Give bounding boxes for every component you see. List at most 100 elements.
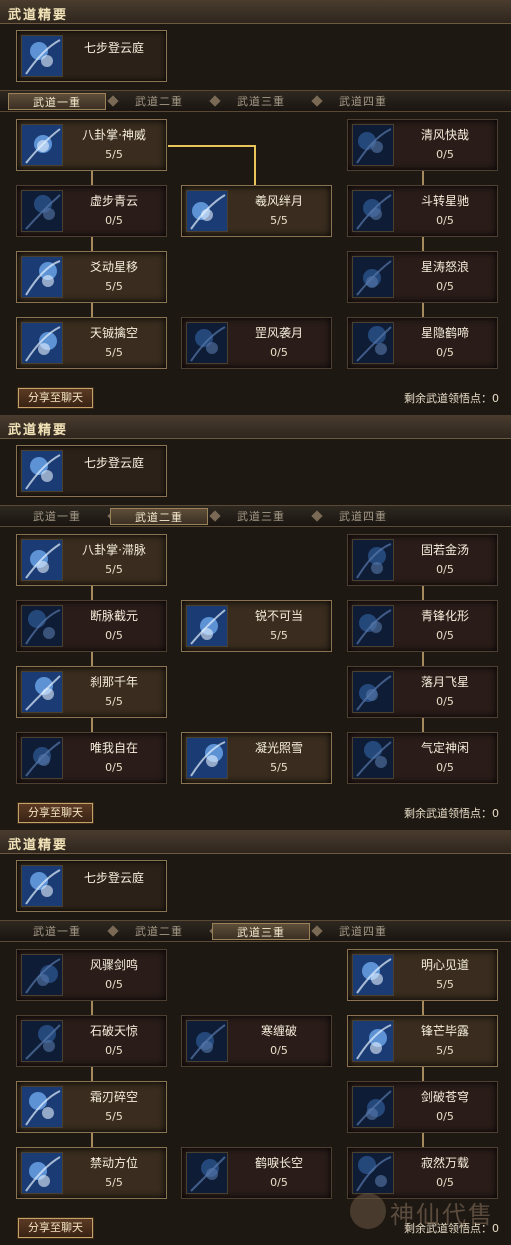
skill-node[interactable]: 锐不可当 5/5 (181, 600, 332, 652)
tab-2[interactable]: 武道二重 (110, 923, 208, 940)
section-title: 武道精要 (8, 423, 69, 438)
tab-4[interactable]: 武道四重 (314, 923, 412, 940)
skill-name: 禁动方位 (89, 1156, 138, 1170)
sword-wind-icon (21, 954, 63, 996)
tree-connector (422, 1001, 424, 1015)
skill-level: 5/5 (105, 280, 123, 293)
skill-node[interactable]: 禁动方位 5/5 (16, 1147, 167, 1199)
section-header: 武道精要 (0, 0, 511, 24)
frost-blade-icon (21, 1086, 63, 1128)
skill-node[interactable]: 斗转星驰 0/5 (347, 185, 498, 237)
watermark-text: 神仙代售 (390, 1201, 494, 1229)
skill-node[interactable]: 寒缠破 0/5 (181, 1015, 332, 1067)
skill-name: 鹤唳长空 (254, 1156, 303, 1170)
tab-2[interactable]: 武道二重 (110, 508, 208, 525)
remaining-points: 剩余武道领悟点：0 (404, 805, 499, 821)
skill-node[interactable]: 唯我自在 0/5 (16, 732, 167, 784)
tab-label: 武道三重 (237, 926, 285, 939)
tree-connector (91, 1001, 93, 1015)
skill-node[interactable]: 清风快哉 0/5 (347, 119, 498, 171)
skill-level: 5/5 (105, 1176, 123, 1189)
tab-4[interactable]: 武道四重 (314, 93, 412, 110)
skill-node[interactable]: 天铖擒空 5/5 (16, 317, 167, 369)
skill-node[interactable]: 凝光照雪 5/5 (181, 732, 332, 784)
skill-node[interactable]: 风骤剑鸣 0/5 (16, 949, 167, 1001)
skill-node[interactable]: 青锋化形 0/5 (347, 600, 498, 652)
skill-level: 0/5 (270, 346, 288, 359)
skill-node[interactable]: 断脉截元 0/5 (16, 600, 167, 652)
calm-mind-icon (352, 737, 394, 779)
crane-call-icon (352, 322, 394, 364)
gale-moon-icon (186, 322, 228, 364)
essence-slot[interactable]: 七步登云庭 (16, 30, 167, 82)
skill-name: 落月飞星 (420, 675, 469, 689)
skill-node[interactable]: 八卦掌·滞脉 5/5 (16, 534, 167, 586)
tab-4[interactable]: 武道四重 (314, 508, 412, 525)
tab-1[interactable]: 武道一重 (8, 508, 106, 525)
skill-name: 明心见道 (420, 958, 469, 972)
sky-pierce-icon (352, 1086, 394, 1128)
skill-node[interactable]: 石破天惊 0/5 (16, 1015, 167, 1067)
section-title: 武道精要 (8, 838, 69, 853)
skill-node[interactable]: 气定神闲 0/5 (347, 732, 498, 784)
skill-node[interactable]: 锋芒毕露 5/5 (347, 1015, 498, 1067)
remaining-label: 剩余武道领悟点： (404, 807, 492, 820)
skill-level: 5/5 (105, 148, 123, 161)
skill-panel: 武道精要 七步登云庭 武道一重 武道二重 武道三重 武道四重 风骤剑鸣 0/5 明心见道 5/5 石… (0, 830, 511, 1245)
essence-slot[interactable]: 七步登云庭 (16, 860, 167, 912)
essence-figure-icon (21, 450, 63, 492)
skill-panel: 武道精要七步登云庭武道一重 武道二重 武道三重 武道四重八卦掌·神威 5/5 清风快哉 0/… (0, 0, 511, 415)
tree-connector-active (254, 145, 256, 185)
palm-strike-icon (21, 539, 63, 581)
skill-level: 0/5 (436, 148, 454, 161)
share-to-chat-button[interactable]: 分享至聊天 (17, 1217, 94, 1239)
skill-node[interactable]: 固若金汤 0/5 (347, 534, 498, 586)
skill-name: 锐不可当 (254, 609, 303, 623)
skill-name: 虚步青云 (89, 194, 138, 208)
skill-node[interactable]: 罡风袭月 0/5 (181, 317, 332, 369)
tree-connector (91, 718, 93, 732)
skill-name: 八卦掌·滞脉 (82, 543, 146, 557)
skill-name: 罡风袭月 (254, 326, 303, 340)
skill-node[interactable]: 鹤唳长空 0/5 (181, 1147, 332, 1199)
skill-node[interactable]: 星隐鹤啼 0/5 (347, 317, 498, 369)
bind-position-icon (21, 1152, 63, 1194)
skill-level: 5/5 (270, 629, 288, 642)
skill-node[interactable]: 霜刃碎空 5/5 (16, 1081, 167, 1133)
essence-name: 七步登云庭 (83, 456, 144, 470)
skill-level: 0/5 (105, 214, 123, 227)
tree-connector (422, 1133, 424, 1147)
skill-name: 青锋化形 (420, 609, 469, 623)
skill-node[interactable]: 羲风绊月 5/5 (181, 185, 332, 237)
share-to-chat-button[interactable]: 分享至聊天 (17, 387, 94, 409)
skill-node[interactable]: 刹那千年 5/5 (16, 666, 167, 718)
skill-node[interactable]: 明心见道 5/5 (347, 949, 498, 1001)
share-to-chat-button[interactable]: 分享至聊天 (17, 802, 94, 824)
tab-1[interactable]: 武道一重 (8, 923, 106, 940)
tab-label: 武道三重 (237, 95, 285, 108)
tab-2[interactable]: 武道二重 (110, 93, 208, 110)
tab-1[interactable]: 武道一重 (8, 93, 106, 110)
tab-3[interactable]: 武道三重 (212, 508, 310, 525)
tab-3[interactable]: 武道三重 (212, 923, 310, 940)
iron-guard-icon (352, 539, 394, 581)
skill-level: 0/5 (436, 280, 454, 293)
skill-node[interactable]: 星涛怒浪 0/5 (347, 251, 498, 303)
tab-label: 武道四重 (339, 95, 387, 108)
skill-node[interactable]: 剑破苍穹 0/5 (347, 1081, 498, 1133)
tab-label: 武道四重 (339, 925, 387, 938)
star-move-icon (21, 256, 63, 298)
skill-node[interactable]: 落月飞星 0/5 (347, 666, 498, 718)
tab-3[interactable]: 武道三重 (212, 93, 310, 110)
essence-slot[interactable]: 七步登云庭 (16, 445, 167, 497)
skill-level: 0/5 (105, 1044, 123, 1057)
skill-node[interactable]: 虚步青云 0/5 (16, 185, 167, 237)
skill-node[interactable]: 八卦掌·神威 5/5 (16, 119, 167, 171)
star-wave-icon (352, 256, 394, 298)
skill-name: 星隐鹤啼 (420, 326, 469, 340)
tree-connector (422, 171, 424, 185)
palm-strike-icon (21, 124, 63, 166)
skill-node[interactable]: 爻动星移 5/5 (16, 251, 167, 303)
skill-level: 5/5 (105, 346, 123, 359)
tab-label: 武道一重 (33, 925, 81, 938)
